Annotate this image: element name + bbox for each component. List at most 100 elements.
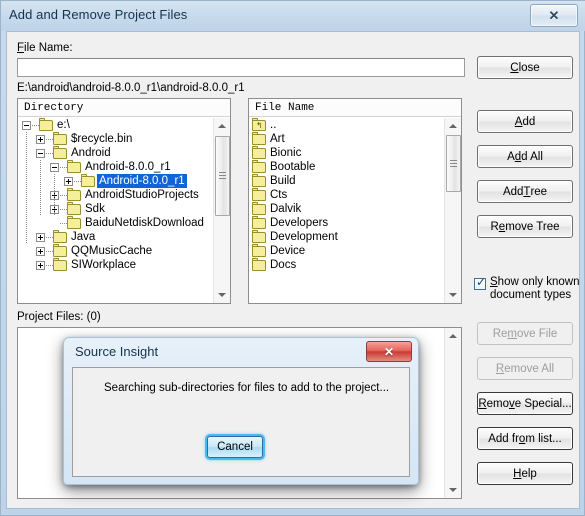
directory-tree[interactable]: e:\ $recycle.bin Android Android-8.0.0_r1 An…: [18, 118, 213, 303]
directory-tree-item-label: Java: [71, 231, 96, 243]
tree-connector: [32, 125, 39, 126]
directory-tree-item-label: Android: [71, 147, 111, 159]
directory-tree-item[interactable]: QQMusicCache: [18, 244, 213, 258]
expand-icon[interactable]: [36, 135, 45, 144]
directory-tree-item[interactable]: Android-8.0.0_r1: [18, 174, 213, 188]
file-list-item[interactable]: Build: [249, 174, 444, 188]
window-close-button[interactable]: ✕: [530, 4, 578, 27]
folder-icon: [53, 146, 67, 159]
tree-connector: [60, 195, 67, 196]
file-list-item-label: Dalvik: [270, 203, 302, 215]
file-list-item-label: Bootable: [270, 161, 316, 173]
file-list-item[interactable]: Development: [249, 230, 444, 244]
checkbox-box[interactable]: ✓: [474, 276, 486, 290]
tree-connector: [26, 132, 27, 244]
expand-icon[interactable]: [36, 247, 45, 256]
directory-panel-header: Directory: [18, 99, 230, 117]
directory-tree-item-label: e:\: [57, 119, 70, 131]
directory-tree-item[interactable]: Android: [18, 146, 213, 160]
scroll-up-icon[interactable]: [445, 118, 461, 134]
scroll-up-icon[interactable]: [214, 118, 230, 134]
file-list-item[interactable]: Developers: [249, 216, 444, 230]
remove-special-button[interactable]: Remo v e Special...: [477, 392, 573, 415]
scroll-down-icon[interactable]: [214, 287, 230, 303]
close-button[interactable]: Close: [477, 56, 573, 79]
remove-tree-button[interactable]: Re move Tree: [477, 215, 573, 238]
folder-icon: [67, 216, 81, 229]
window-title: Add and Remove Project Files: [9, 7, 188, 22]
directory-tree-item[interactable]: e:\: [18, 118, 213, 132]
directory-tree-item-label: $recycle.bin: [71, 133, 133, 145]
directory-tree-item[interactable]: $recycle.bin: [18, 132, 213, 146]
directory-tree-item-label: Android-8.0.0_r1: [97, 174, 187, 188]
directory-tree-item[interactable]: BaiduNetdiskDownload: [18, 216, 213, 230]
dialog-cancel-button[interactable]: Cancel: [207, 436, 263, 458]
directory-tree-item-label: SIWorkplace: [71, 259, 136, 271]
folder-icon: [53, 230, 67, 243]
directory-panel-body: e:\ $recycle.bin Android Android-8.0.0_r1 An…: [18, 118, 230, 303]
file-list-item-label: Cts: [270, 189, 288, 201]
dialog-message: Searching sub-directories for files to a…: [104, 382, 390, 394]
file-list-item[interactable]: Bionic: [249, 146, 444, 160]
directory-tree-item[interactable]: AndroidStudioProjects: [18, 188, 213, 202]
scroll-down-icon[interactable]: [445, 482, 461, 498]
project-files-scrollbar[interactable]: [444, 328, 461, 498]
directory-tree-item-label: AndroidStudioProjects: [85, 189, 199, 201]
file-name-input[interactable]: [17, 58, 465, 77]
file-list-item-label: ..: [270, 119, 277, 131]
remove-file-button[interactable]: Re m ove File: [477, 322, 573, 345]
tree-connector: [40, 160, 41, 216]
dialog-title: Source Insight: [75, 344, 159, 359]
help-button[interactable]: Help: [477, 462, 573, 485]
close-icon: ✕: [548, 8, 560, 23]
collapse-icon[interactable]: [50, 163, 59, 172]
tree-connector: [46, 251, 53, 252]
expand-icon[interactable]: [36, 233, 45, 242]
remove-all-button[interactable]: Remove All: [477, 357, 573, 380]
show-only-known-document-types-checkbox[interactable]: ✓ Show only known document types: [474, 276, 584, 306]
project-files-label: Project Files: (0): [17, 311, 101, 323]
directory-tree-item[interactable]: SIWorkplace: [18, 258, 213, 272]
tree-connector: [60, 209, 67, 210]
scroll-up-icon[interactable]: [445, 328, 461, 344]
dialog-body: Searching sub-directories for files to a…: [72, 367, 410, 477]
add-button[interactable]: Add: [477, 110, 573, 133]
file-list-item[interactable]: Docs: [249, 258, 444, 272]
scrollbar-thumb[interactable]: [215, 136, 230, 216]
expand-icon[interactable]: [64, 177, 73, 186]
folder-up-icon: ↰: [252, 118, 266, 131]
add-from-list-button[interactable]: Add fr o m list...: [477, 427, 573, 450]
file-list-item[interactable]: Device: [249, 244, 444, 258]
folder-icon: [81, 174, 95, 187]
file-list-item[interactable]: ↰..: [249, 118, 444, 132]
file-list-panel-body: ↰.. Art Bionic Bootable Build Cts Dalvik Develo…: [249, 118, 461, 303]
directory-tree-item[interactable]: Sdk: [18, 202, 213, 216]
close-button-label-rest: lose: [518, 61, 540, 74]
directory-tree-item[interactable]: Android-8.0.0_r1: [18, 160, 213, 174]
file-list-item[interactable]: Dalvik: [249, 202, 444, 216]
collapse-icon[interactable]: [22, 121, 31, 130]
collapse-icon[interactable]: [36, 149, 45, 158]
expand-icon[interactable]: [36, 261, 45, 270]
add-all-button[interactable]: Add All: [477, 145, 573, 168]
folder-icon: [53, 244, 67, 257]
directory-scrollbar[interactable]: [213, 118, 230, 303]
folder-icon: [67, 202, 81, 215]
file-list-item[interactable]: Art: [249, 132, 444, 146]
file-list-item[interactable]: Bootable: [249, 160, 444, 174]
folder-icon: [53, 132, 67, 145]
file-list[interactable]: ↰.. Art Bionic Bootable Build Cts Dalvik Develo…: [249, 118, 444, 303]
add-tree-button[interactable]: Add Tree: [477, 180, 573, 203]
directory-tree-item-label: Sdk: [85, 203, 105, 215]
file-list-item[interactable]: Cts: [249, 188, 444, 202]
tree-connector: [60, 167, 67, 168]
folder-icon: [53, 258, 67, 271]
scrollbar-thumb[interactable]: [446, 135, 461, 192]
dialog-close-button[interactable]: ✕: [366, 341, 412, 362]
file-list-scrollbar[interactable]: [444, 118, 461, 303]
folder-icon: [252, 216, 266, 229]
scroll-down-icon[interactable]: [445, 287, 461, 303]
directory-panel: Directory e:\ $recycle.bin Android Android-…: [17, 98, 231, 304]
tree-connector: [74, 181, 81, 182]
directory-tree-item[interactable]: Java: [18, 230, 213, 244]
